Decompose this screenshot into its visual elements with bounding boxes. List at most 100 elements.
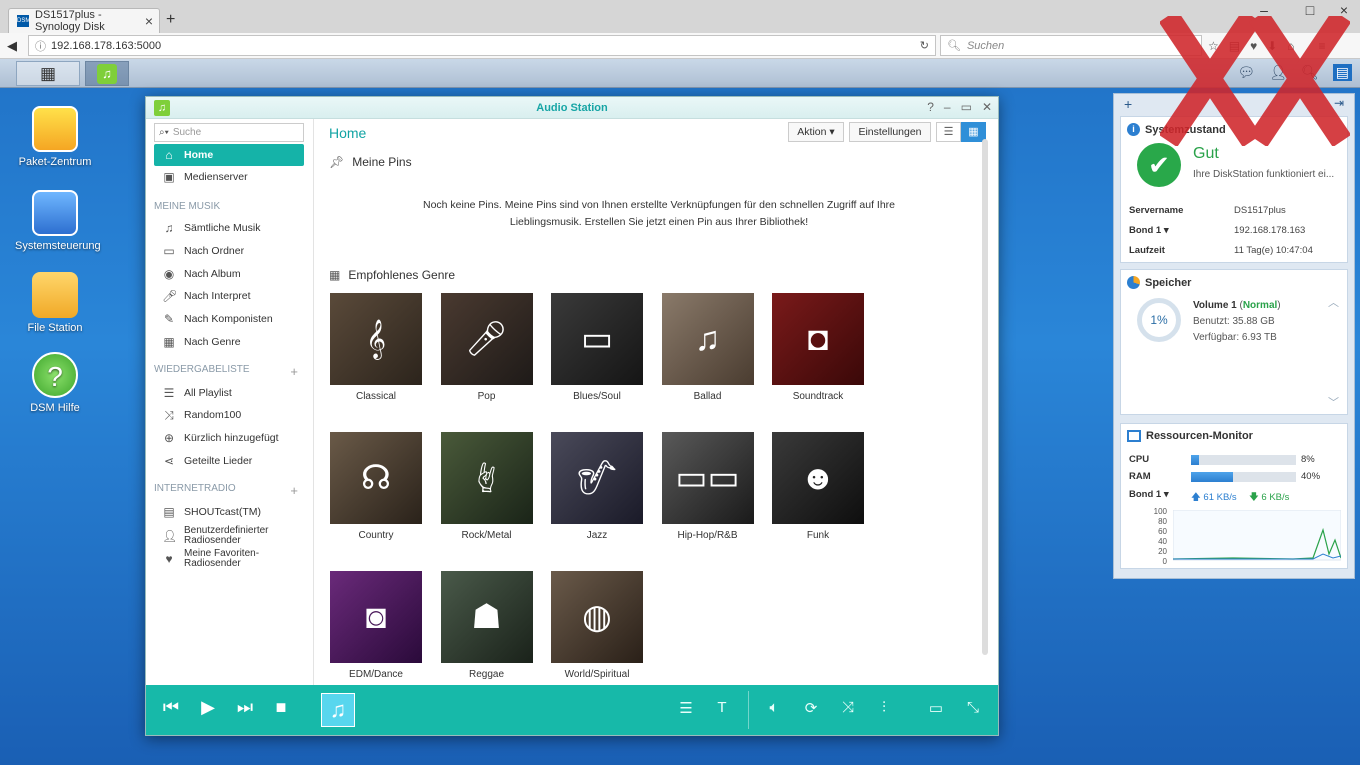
download-icon[interactable]: ⬇ xyxy=(1267,39,1277,53)
new-tab-icon[interactable]: + xyxy=(166,11,175,29)
menu-icon[interactable]: ≡ xyxy=(1319,39,1326,53)
system-row-value: 192.168.178.163 xyxy=(1234,225,1306,236)
chevron-down-icon[interactable]: ﹀ xyxy=(1328,394,1339,410)
equalizer-icon[interactable]: ⫶ xyxy=(871,699,897,716)
desktop-icon-control-panel[interactable]: Systemsteuerung xyxy=(15,190,101,252)
radio-icon: ▤ xyxy=(163,505,175,519)
add-widget-icon[interactable]: + xyxy=(1124,96,1132,112)
genre-tile[interactable]: ☗ Reggae xyxy=(440,571,533,680)
action-label: Aktion xyxy=(797,126,827,138)
desktop-icon-file-station[interactable]: File Station xyxy=(15,272,95,334)
widgets-icon[interactable]: ▤ xyxy=(1332,64,1352,81)
chevron-up-icon[interactable]: ︿ xyxy=(1328,294,1339,310)
sidebar-item-home[interactable]: ⌂ Home xyxy=(154,144,304,166)
search-icon[interactable]: 🔍︎ xyxy=(1301,64,1319,81)
sidebar-item-all-playlist[interactable]: ☰ All Playlist xyxy=(154,382,304,404)
system-row-value: 11 Tag(e) 10:47:04 xyxy=(1234,245,1313,256)
notification-icon[interactable]: 💬︎ xyxy=(1237,64,1255,81)
genre-tile[interactable]: 🎤︎ Pop xyxy=(440,293,533,402)
add-playlist-icon[interactable]: + xyxy=(290,364,298,379)
now-playing-cover-button[interactable]: ♫ xyxy=(321,693,355,727)
site-info-icon[interactable]: ⓘ xyxy=(35,38,46,54)
help-icon[interactable]: ? xyxy=(927,100,934,114)
desktop-icon-package-center[interactable]: Paket-Zentrum xyxy=(15,106,95,168)
reload-icon[interactable]: ↻ xyxy=(920,39,929,52)
page-title: Home xyxy=(329,125,367,141)
genre-tile[interactable]: ☻ Funk xyxy=(772,432,864,541)
genre-tile[interactable]: ♫ Ballad xyxy=(661,293,754,402)
genre-label: Blues/Soul xyxy=(573,391,621,402)
genre-tile[interactable]: ◙ EDM/Dance xyxy=(330,571,422,680)
y-tick: 100 xyxy=(1153,507,1167,516)
volume-icon[interactable]: 🔈︎ xyxy=(761,699,787,716)
genre-tile[interactable]: ▭▭ Hip-Hop/R&B xyxy=(661,432,754,541)
list-view-button[interactable]: ☰ xyxy=(936,122,961,142)
sidebar-item-folder[interactable]: ▭ Nach Ordner xyxy=(154,240,304,262)
sidebar-item-shared-songs[interactable]: ⋖ Geteilte Lieder xyxy=(154,450,304,472)
grid-icon: ▦ xyxy=(163,335,175,349)
close-icon[interactable]: ✕ xyxy=(982,100,992,114)
sidebar-item-label: All Playlist xyxy=(184,387,232,399)
genre-artwork-icon: 𝄞 xyxy=(330,293,422,385)
genre-tile[interactable]: ◘ Soundtrack xyxy=(772,293,864,402)
dsm-favicon-icon: DSM xyxy=(17,15,30,27)
genre-tile[interactable]: 🎷︎ Jazz xyxy=(551,432,643,541)
network-selector[interactable]: Bond 1 ▾ xyxy=(1129,489,1169,500)
sidebar-item-composer[interactable]: ✎ Nach Komponisten xyxy=(154,308,304,330)
desktop-icon-dsm-help[interactable]: ? DSM Hilfe xyxy=(15,352,95,414)
previous-icon[interactable]: ⏮ xyxy=(158,697,184,718)
action-button[interactable]: Aktion ▾ xyxy=(788,122,844,142)
close-tab-icon[interactable]: × xyxy=(145,13,153,29)
sidebar-item-album[interactable]: ◉ Nach Album xyxy=(154,263,304,285)
stop-icon[interactable]: ■ xyxy=(268,697,294,718)
system-row[interactable]: Bond 1 ▾ 192.168.178.163 xyxy=(1129,225,1339,236)
next-icon[interactable]: ⏭ xyxy=(232,697,258,718)
genre-tile[interactable]: ◍ World/Spiritual xyxy=(551,571,643,680)
repeat-icon[interactable]: ⟳ xyxy=(798,699,824,717)
settings-button[interactable]: Einstellungen xyxy=(849,122,931,142)
genre-tile[interactable]: 🤘︎ Rock/Metal xyxy=(440,432,533,541)
play-icon[interactable]: ▶ xyxy=(195,697,221,718)
sidebar-item-label: Random100 xyxy=(184,409,242,421)
sidebar-item-medienserver[interactable]: ▣ Medienserver xyxy=(154,166,304,188)
grid-icon: ▦ xyxy=(39,63,57,83)
pocket-icon[interactable]: ♥ xyxy=(1250,39,1257,53)
add-radio-icon[interactable]: + xyxy=(290,483,298,498)
back-icon[interactable]: ◀ xyxy=(7,38,17,54)
sidebar-item-recently-added[interactable]: ⊕ Kürzlich hinzugefügt xyxy=(154,427,304,449)
minimize-icon[interactable]: – xyxy=(1250,2,1278,18)
minimize-icon[interactable]: – xyxy=(944,100,951,114)
maximize-icon[interactable]: □ xyxy=(1296,2,1324,18)
bookmark-star-icon[interactable]: ☆ xyxy=(1208,39,1219,53)
browser-search-input[interactable]: 🔍︎ Suchen xyxy=(940,35,1202,56)
scrollbar[interactable] xyxy=(982,139,988,655)
sidebar-item-all-music[interactable]: ♫ Sämtliche Musik xyxy=(154,217,304,239)
url-bar[interactable]: ⓘ 192.168.178.163:5000 ↻ xyxy=(28,35,936,56)
bookmarks-icon[interactable]: ▤ xyxy=(1229,39,1240,53)
sidebar-item-label: Nach Genre xyxy=(184,336,241,348)
genre-tile[interactable]: ▭ Blues/Soul xyxy=(551,293,643,402)
close-icon[interactable]: × xyxy=(1330,2,1358,18)
user-icon[interactable]: 👤︎ xyxy=(1269,64,1287,81)
pin-panel-icon[interactable]: ⇥ xyxy=(1334,96,1344,110)
window-titlebar[interactable]: ♫ Audio Station ? – ▭ ✕ xyxy=(146,97,998,119)
browser-tab[interactable]: DSM DS1517plus - Synology Disk × xyxy=(8,8,160,33)
home-icon[interactable]: ⌂ xyxy=(1287,39,1294,53)
main-menu-button[interactable]: ▦ xyxy=(16,61,80,86)
shuffle-icon[interactable]: ⤨ xyxy=(835,699,861,716)
sidebar-item-random100[interactable]: ⤨ Random100 xyxy=(154,404,304,426)
output-device-icon[interactable]: ▭ xyxy=(923,699,949,717)
maximize-icon[interactable]: ▭ xyxy=(961,100,972,114)
sidebar-item-favorite-radio[interactable]: ♥ Meine Favoriten-Radiosender xyxy=(154,546,304,572)
play-queue-icon[interactable]: ☰ xyxy=(673,699,699,717)
genre-tile[interactable]: 𝄞 Classical xyxy=(330,293,422,402)
genre-tile[interactable]: ☊ Country xyxy=(330,432,422,541)
audio-station-taskbar-button[interactable]: ♫ xyxy=(85,61,129,86)
sidebar-item-genre[interactable]: ▦ Nach Genre xyxy=(154,331,304,353)
help-icon: ? xyxy=(32,352,78,398)
lyrics-icon[interactable]: T xyxy=(709,699,735,716)
mini-player-icon[interactable]: ⤡ xyxy=(960,699,986,716)
sidebar-item-artist[interactable]: 🎤︎ Nach Interpret xyxy=(154,285,304,307)
sidebar-item-shoutcast[interactable]: ▤ SHOUTcast(TM) xyxy=(154,501,304,523)
sidebar-search-input[interactable]: ⌕▾ Suche xyxy=(154,123,304,142)
